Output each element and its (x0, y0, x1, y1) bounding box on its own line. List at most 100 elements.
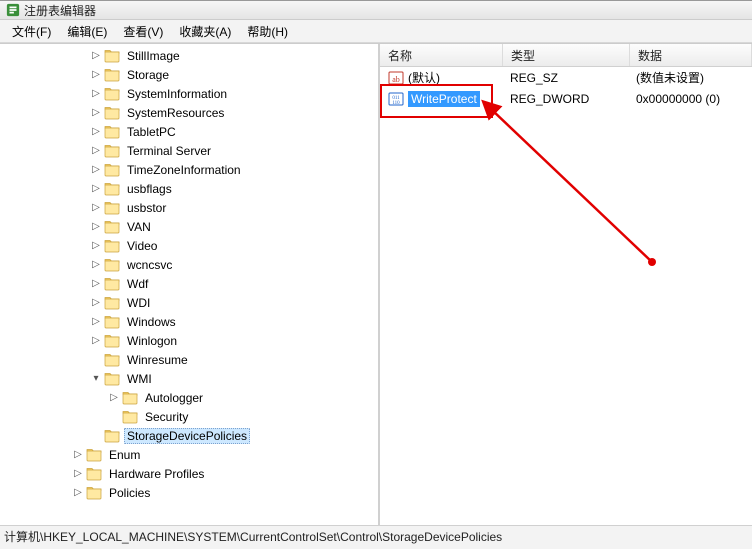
tree-item-tabletpc[interactable]: ▷ TabletPC (0, 122, 378, 141)
expand-toggle-icon[interactable]: ▷ (90, 50, 102, 62)
expand-toggle-icon[interactable]: ▷ (90, 183, 102, 195)
statusbar-path: 计算机\HKEY_LOCAL_MACHINE\SYSTEM\CurrentCon… (0, 525, 752, 549)
window: 注册表编辑器 文件(F) 编辑(E) 查看(V) 收藏夹(A) 帮助(H) ▷S… (0, 0, 752, 549)
tree-label: StorageDevicePolicies (124, 428, 250, 444)
tree-label: Winlogon (124, 333, 180, 349)
menu-view[interactable]: 查看(V) (115, 21, 171, 42)
tree-item-autologger[interactable]: ▷ Autologger (0, 388, 378, 407)
tree-item-van[interactable]: ▷ VAN (0, 217, 378, 236)
expand-toggle-icon[interactable]: ▷ (72, 468, 84, 480)
menu-help[interactable]: 帮助(H) (239, 21, 296, 42)
tree-label: Video (124, 238, 160, 254)
value-type-cell: REG_DWORD (502, 92, 628, 106)
list-header: 名称 类型 数据 (380, 44, 752, 67)
value-type-cell: REG_SZ (502, 71, 628, 85)
list-body[interactable]: ab(默认)REG_SZ(数值未设置)011110WriteProtectREG… (380, 67, 752, 525)
content-area: ▷StillImage▷Storage▷SystemInformation▷Sy… (0, 43, 752, 525)
tree-label: Autologger (142, 390, 206, 406)
value-name: WriteProtect (408, 91, 480, 107)
expand-toggle-icon[interactable]: ▷ (90, 278, 102, 290)
tree-item-policies[interactable]: ▷ Policies (0, 483, 378, 502)
window-title: 注册表编辑器 (24, 2, 96, 19)
expand-toggle-icon: · (90, 354, 102, 366)
expand-toggle-icon[interactable]: ▷ (108, 392, 120, 404)
tree-label: Terminal Server (124, 143, 214, 159)
tree-item-storagedevicepolicies[interactable]: · StorageDevicePolicies (0, 426, 378, 445)
value-name-cell: ab (默认) (380, 69, 502, 86)
registry-tree: ▷StillImage▷Storage▷SystemInformation▷Sy… (0, 44, 378, 506)
tree-item-video[interactable]: ▷ Video (0, 236, 378, 255)
expand-toggle-icon[interactable]: ▷ (90, 145, 102, 157)
column-header-type[interactable]: 类型 (503, 44, 630, 66)
tree-item-wdi[interactable]: ▷ WDI (0, 293, 378, 312)
tree-item-wdf[interactable]: ▷ Wdf (0, 274, 378, 293)
value-data-cell: (数值未设置) (628, 69, 752, 86)
svg-text:ab: ab (392, 75, 400, 84)
expand-toggle-icon[interactable]: ▷ (90, 164, 102, 176)
tree-label: Storage (124, 67, 172, 83)
tree-item-systemresources[interactable]: ▷ SystemResources (0, 103, 378, 122)
tree-label: SystemResources (124, 105, 227, 121)
tree-item-stillimage[interactable]: ▷ StillImage (0, 46, 378, 65)
tree-label: usbstor (124, 200, 169, 216)
expand-toggle-icon[interactable]: ▷ (90, 316, 102, 328)
regedit-icon (6, 3, 20, 17)
table-row[interactable]: 011110WriteProtectREG_DWORD0x00000000 (0… (380, 88, 752, 109)
tree-label: Hardware Profiles (106, 466, 207, 482)
tree-label: Windows (124, 314, 179, 330)
tree-item-wcncsvc[interactable]: ▷ wcncsvc (0, 255, 378, 274)
tree-label: wcncsvc (124, 257, 175, 273)
expand-toggle-icon[interactable]: ▷ (90, 297, 102, 309)
tree-item-usbstor[interactable]: ▷ usbstor (0, 198, 378, 217)
expand-toggle-icon[interactable]: ▷ (90, 240, 102, 252)
tree-label: VAN (124, 219, 154, 235)
tree-item-usbflags[interactable]: ▷ usbflags (0, 179, 378, 198)
expand-toggle-icon[interactable]: ▷ (90, 259, 102, 271)
expand-toggle-icon[interactable]: ▷ (72, 449, 84, 461)
tree-label: StillImage (124, 48, 183, 64)
value-name: (默认) (408, 69, 440, 86)
tree-item-storage[interactable]: ▷ Storage (0, 65, 378, 84)
tree-item-winlogon[interactable]: ▷ Winlogon (0, 331, 378, 350)
expand-toggle-icon[interactable]: ▷ (90, 221, 102, 233)
column-header-name[interactable]: 名称 (380, 44, 503, 66)
expand-toggle-icon[interactable]: ▷ (90, 126, 102, 138)
tree-item-winresume[interactable]: ·Winresume (0, 350, 378, 369)
menu-file[interactable]: 文件(F) (4, 21, 59, 42)
tree-label: Enum (106, 447, 143, 463)
expand-toggle-icon: · (108, 411, 120, 423)
tree-label: WDI (124, 295, 153, 311)
tree-item-windows[interactable]: ▷ Windows (0, 312, 378, 331)
tree-item-terminal-server[interactable]: ▷ Terminal Server (0, 141, 378, 160)
tree-item-systeminformation[interactable]: ▷SystemInformation (0, 84, 378, 103)
value-data-cell: 0x00000000 (0) (628, 92, 752, 106)
expand-toggle-icon: · (90, 430, 102, 442)
value-name-cell: 011110WriteProtect (380, 91, 502, 107)
expand-toggle-icon[interactable]: ▷ (90, 107, 102, 119)
tree-item-enum[interactable]: ▷ Enum (0, 445, 378, 464)
titlebar: 注册表编辑器 (0, 1, 752, 20)
expand-toggle-icon[interactable]: ▾ (90, 373, 102, 385)
reg-binary-icon: 011110 (388, 91, 404, 107)
tree-item-security[interactable]: ·Security (0, 407, 378, 426)
menu-favorites[interactable]: 收藏夹(A) (171, 21, 239, 42)
tree-label: Wdf (124, 276, 151, 292)
expand-toggle-icon[interactable]: ▷ (72, 487, 84, 499)
tree-pane[interactable]: ▷StillImage▷Storage▷SystemInformation▷Sy… (0, 44, 380, 525)
column-header-data[interactable]: 数据 (630, 44, 752, 66)
menu-edit[interactable]: 编辑(E) (59, 21, 115, 42)
tree-label: usbflags (124, 181, 175, 197)
reg-string-icon: ab (388, 70, 404, 86)
tree-label: TimeZoneInformation (124, 162, 244, 178)
tree-item-wmi[interactable]: ▾WMI (0, 369, 378, 388)
table-row[interactable]: ab (默认) REG_SZ(数值未设置) (380, 67, 752, 88)
tree-item-timezoneinformation[interactable]: ▷ TimeZoneInformation (0, 160, 378, 179)
tree-item-hardware-profiles[interactable]: ▷ Hardware Profiles (0, 464, 378, 483)
tree-label: Policies (106, 485, 153, 501)
expand-toggle-icon[interactable]: ▷ (90, 88, 102, 100)
expand-toggle-icon[interactable]: ▷ (90, 335, 102, 347)
expand-toggle-icon[interactable]: ▷ (90, 202, 102, 214)
menubar: 文件(F) 编辑(E) 查看(V) 收藏夹(A) 帮助(H) (0, 20, 752, 43)
tree-label: TabletPC (124, 124, 179, 140)
expand-toggle-icon[interactable]: ▷ (90, 69, 102, 81)
